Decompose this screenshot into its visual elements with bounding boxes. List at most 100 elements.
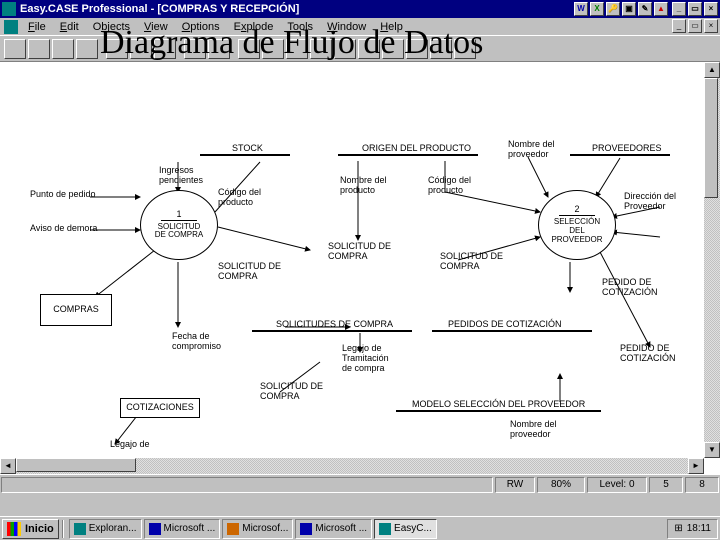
- mdi-close[interactable]: ×: [704, 19, 718, 33]
- tb-t1[interactable]: [238, 39, 260, 59]
- close-button[interactable]: ×: [704, 2, 718, 16]
- lbl-punto-pedido: Punto de pedido: [30, 190, 96, 200]
- task-5[interactable]: EasyC...: [374, 519, 437, 539]
- ext-btn-cam[interactable]: ▣: [622, 2, 636, 16]
- lbl-fecha-comp: Fecha de compromiso: [172, 332, 221, 352]
- lbl-sol-compra1: SOLICITUD DE COMPRA: [328, 242, 391, 262]
- system-tray[interactable]: ⊞ 18:11: [667, 519, 718, 539]
- start-button[interactable]: Inicio: [2, 519, 59, 539]
- vscroll-down[interactable]: ▼: [704, 442, 720, 458]
- tb-t5[interactable]: [334, 39, 356, 59]
- status-row: 8: [685, 477, 719, 493]
- ext-btn-x[interactable]: X: [590, 2, 604, 16]
- tb-new[interactable]: [4, 39, 26, 59]
- menu-explode[interactable]: Explode: [228, 20, 280, 34]
- tb-t7[interactable]: [382, 39, 404, 59]
- lbl-nombre-proveedor: Nombre del proveedor: [508, 140, 555, 160]
- mdi-maximize[interactable]: ▭: [688, 19, 702, 33]
- doc-icon: [4, 20, 18, 34]
- ext-btn-key[interactable]: 🔑: [606, 2, 620, 16]
- clock: 18:11: [687, 523, 711, 534]
- tb-t10[interactable]: [454, 39, 476, 59]
- maximize-button[interactable]: ▭: [688, 2, 702, 16]
- menu-tools[interactable]: Tools: [281, 20, 319, 34]
- lbl-pedido-cot1: PEDIDO DE COTIZACIÓN: [602, 278, 658, 298]
- menu-file[interactable]: FFileile: [22, 20, 52, 34]
- tb-t8[interactable]: [406, 39, 428, 59]
- lbl-sol-compra3: SOLICITUD DE COMPRA: [440, 252, 503, 272]
- datastore-stock[interactable]: STOCK: [232, 144, 263, 154]
- process-2-num: 2: [559, 205, 595, 216]
- tb-open[interactable]: [28, 39, 50, 59]
- app-title: Easy.CASE Professional - [COMPRAS Y RECE…: [20, 3, 574, 15]
- process-1[interactable]: 1 SOLICITUD DE COMPRA: [140, 190, 218, 260]
- datastore-solicitudes[interactable]: SOLICITUDES DE COMPRA: [276, 320, 393, 330]
- toolbar: [0, 36, 720, 62]
- lbl-sol-compra4: SOLICITUD DE COMPRA: [260, 382, 323, 402]
- tb-t2[interactable]: [262, 39, 284, 59]
- status-level: Level: 0: [587, 477, 647, 493]
- app-icon: [2, 2, 16, 16]
- start-label: Inicio: [25, 523, 54, 535]
- ext-btn-pdf[interactable]: ▲: [654, 2, 668, 16]
- lbl-pedido-cot2: PEDIDO DE COTIZACIÓN: [620, 344, 676, 364]
- datastore-origen[interactable]: ORIGEN DEL PRODUCTO: [362, 144, 471, 154]
- datastore-pedidos-cot[interactable]: PEDIDOS DE COTIZACIÓN: [448, 320, 562, 330]
- horizontal-scrollbar[interactable]: ◄ ►: [0, 458, 704, 474]
- lbl-legajo-tram: Legajo de Tramitación de compra: [342, 344, 389, 374]
- task-1[interactable]: Exploran...: [69, 519, 142, 539]
- process-2-name: SELECCIÓN DEL PROVEEDOR: [551, 218, 602, 244]
- entity-cotizaciones[interactable]: COTIZACIONES: [120, 398, 200, 418]
- mdi-minimize[interactable]: _: [672, 19, 686, 33]
- ext-btn-edit[interactable]: ✎: [638, 2, 652, 16]
- ext-btn-w[interactable]: W: [574, 2, 588, 16]
- tb-t3[interactable]: [286, 39, 308, 59]
- entity-compras[interactable]: COMPRAS: [40, 294, 112, 326]
- hscroll-right[interactable]: ►: [688, 458, 704, 474]
- status-rw: RW: [495, 477, 535, 493]
- tb-t4[interactable]: [310, 39, 332, 59]
- datastore-proveedores[interactable]: PROVEEDORES: [592, 144, 662, 154]
- vscroll-thumb[interactable]: [704, 78, 718, 198]
- lbl-aviso-demora: Aviso de demora: [30, 224, 97, 234]
- lbl-codigo-prod: Código del producto: [218, 188, 261, 208]
- tb-paste[interactable]: [154, 39, 176, 59]
- canvas-area: Punto de pedido Aviso de demora Ingresos…: [0, 62, 720, 474]
- status-col: 5: [649, 477, 683, 493]
- vscroll-up[interactable]: ▲: [704, 62, 720, 78]
- process-2[interactable]: 2 SELECCIÓN DEL PROVEEDOR: [538, 190, 616, 260]
- menu-edit[interactable]: Edit: [54, 20, 85, 34]
- tb-copy[interactable]: [130, 39, 152, 59]
- lbl-legajo-de: Legajo de: [110, 440, 150, 450]
- menu-objects[interactable]: Objects: [87, 20, 136, 34]
- taskbar: Inicio Exploran... Microsoft ... Microso…: [0, 516, 720, 540]
- diagram-canvas[interactable]: Punto de pedido Aviso de demora Ingresos…: [0, 62, 704, 458]
- datastore-modelo[interactable]: MODELO SELECCIÓN DEL PROVEEDOR: [412, 400, 585, 410]
- app-titlebar: Easy.CASE Professional - [COMPRAS Y RECE…: [0, 0, 720, 18]
- tb-undo[interactable]: [184, 39, 206, 59]
- lbl-codigo-prod2: Código del producto: [428, 176, 471, 196]
- tb-t6[interactable]: [358, 39, 380, 59]
- vertical-scrollbar[interactable]: ▲ ▼: [704, 62, 720, 458]
- task-4[interactable]: Microsoft ...: [295, 519, 372, 539]
- lbl-sol-compra2: SOLICITUD DE COMPRA: [218, 262, 281, 282]
- task-2[interactable]: Microsoft ...: [144, 519, 221, 539]
- tray-icon: ⊞: [674, 523, 682, 534]
- tb-save[interactable]: [52, 39, 74, 59]
- hscroll-left[interactable]: ◄: [0, 458, 16, 474]
- task-3[interactable]: Microsof...: [222, 519, 293, 539]
- hscroll-thumb[interactable]: [16, 458, 136, 472]
- statusbar: RW 80% Level: 0 5 8: [0, 474, 720, 494]
- menu-help[interactable]: Help: [374, 20, 409, 34]
- process-1-name: SOLICITUD DE COMPRA: [155, 223, 203, 241]
- status-zoom: 80%: [537, 477, 585, 493]
- menu-window[interactable]: Window: [321, 20, 372, 34]
- tb-redo[interactable]: [208, 39, 230, 59]
- tb-print[interactable]: [76, 39, 98, 59]
- menu-options[interactable]: Options: [176, 20, 226, 34]
- menu-view[interactable]: View: [138, 20, 174, 34]
- windows-icon: [7, 522, 21, 536]
- minimize-button[interactable]: _: [672, 2, 686, 16]
- tb-cut[interactable]: [106, 39, 128, 59]
- tb-t9[interactable]: [430, 39, 452, 59]
